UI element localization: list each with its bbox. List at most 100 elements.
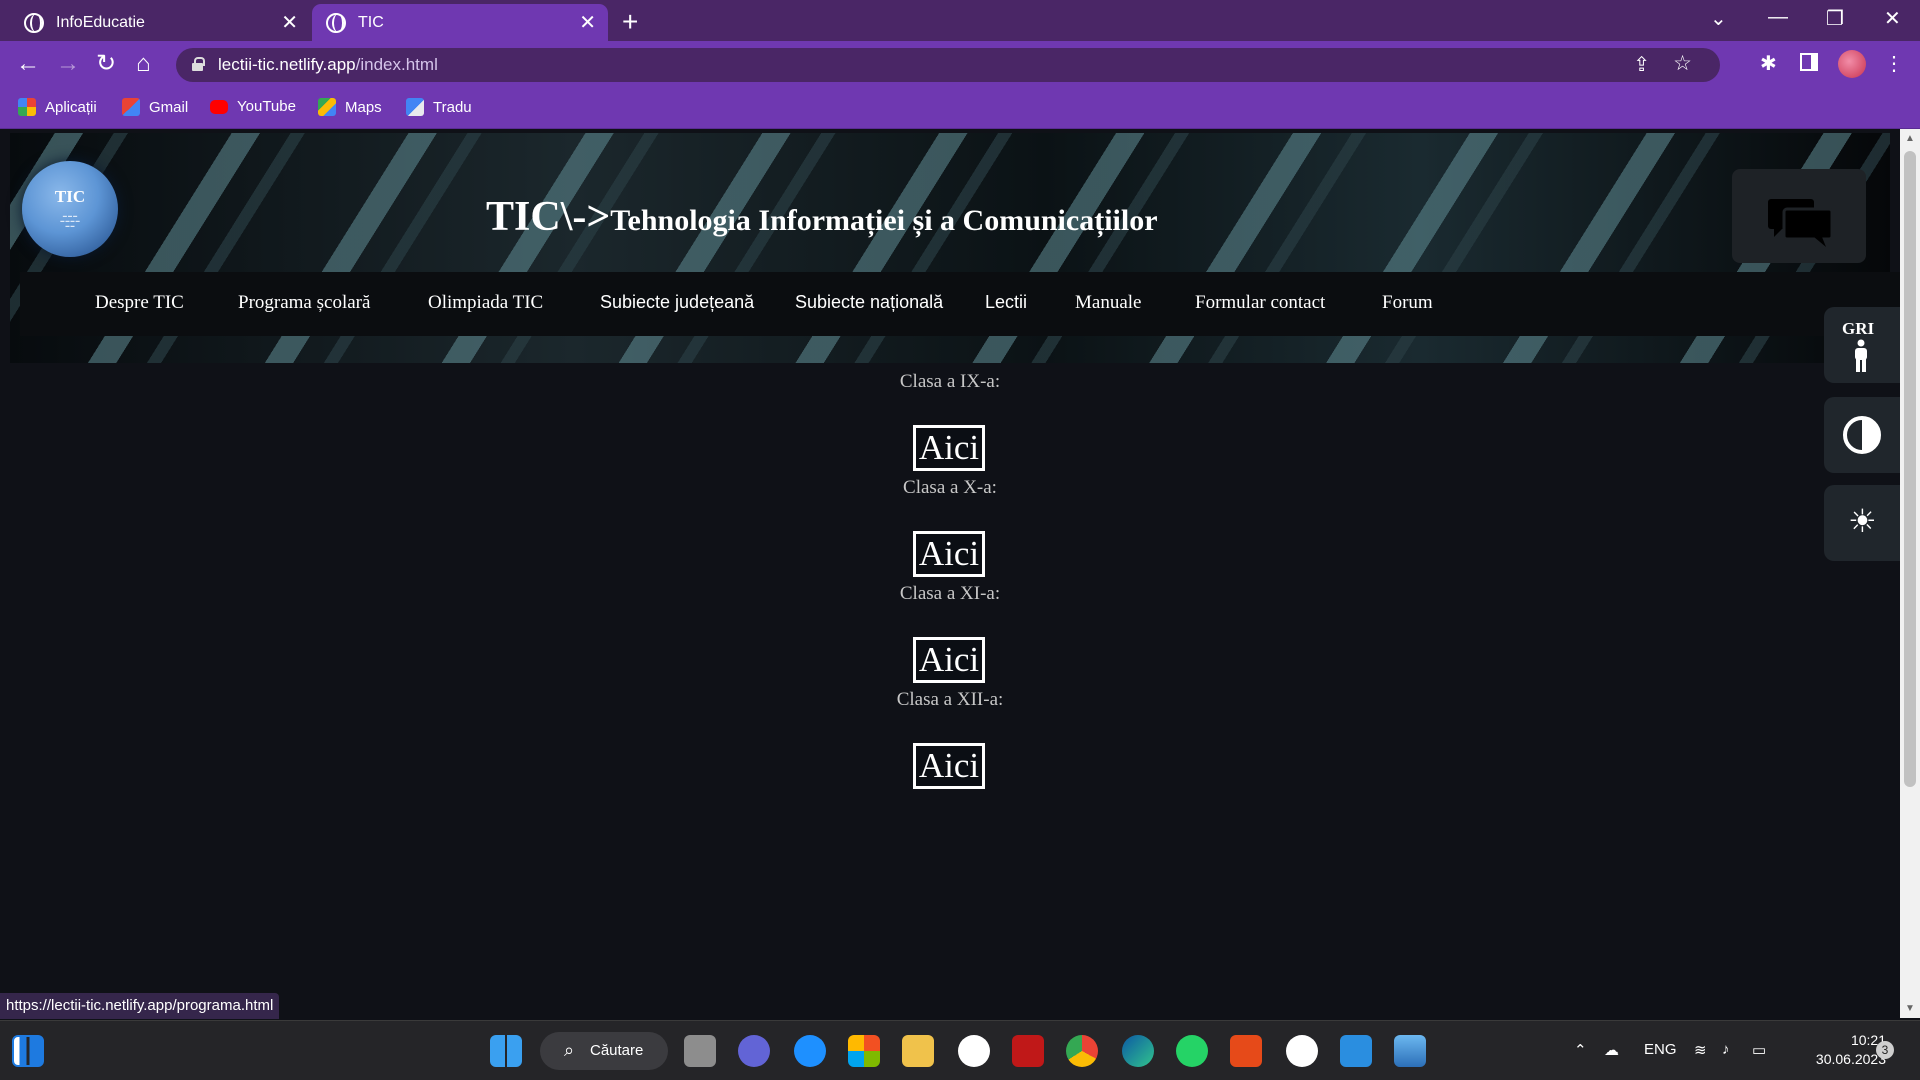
class-label: Clasa a X-a:	[903, 477, 997, 498]
brightness-toggle-button[interactable]: ☀	[1824, 485, 1900, 561]
extensions-icon[interactable]: ✱	[1760, 51, 1777, 77]
bookmark-label: Aplicații	[45, 98, 97, 116]
class-10-link-button[interactable]: Aici	[913, 531, 985, 577]
whatsapp-icon[interactable]	[1176, 1035, 1208, 1067]
office-icon[interactable]	[1230, 1035, 1262, 1067]
site-title-main: TIC\->	[486, 194, 611, 240]
github-icon[interactable]	[1286, 1035, 1318, 1067]
microsoft-store-icon[interactable]	[848, 1035, 880, 1067]
new-tab-icon[interactable]: +	[622, 6, 638, 38]
scroll-down-icon[interactable]: ▼	[1905, 1003, 1915, 1014]
reload-icon[interactable]: ↻	[96, 51, 116, 77]
tab-title: TIC	[358, 13, 384, 31]
bookmark-label: YouTube	[237, 98, 296, 115]
chat-button[interactable]	[1732, 169, 1866, 263]
restore-icon[interactable]: ❐	[1826, 6, 1844, 31]
bookmark-label: Tradu	[433, 98, 472, 116]
scroll-up-icon[interactable]: ▲	[1905, 133, 1915, 144]
bookmark-star-icon[interactable]: ☆	[1673, 51, 1692, 76]
back-icon[interactable]: ←	[16, 51, 40, 77]
bookmark-gmail[interactable]: Gmail	[122, 98, 188, 116]
notification-badge[interactable]: 3	[1876, 1041, 1894, 1059]
bookmarks-bar: Aplicații Gmail YouTube Maps Tradu	[0, 89, 1920, 129]
taskbar-search[interactable]: ⌕ Căutare	[540, 1032, 668, 1070]
bookmark-apps[interactable]: Aplicații	[18, 98, 97, 116]
bookmark-youtube[interactable]: YouTube	[210, 98, 296, 115]
class-11-link-button[interactable]: Aici	[913, 637, 985, 683]
tab-search-chevron-icon[interactable]: ⌄	[1710, 6, 1727, 31]
header-banner: TIC ▬ ▬ ▬ ▬ ▬ ▬ ▬ ▬ ▬ TIC\->Tehnologia Inf…	[10, 133, 1900, 363]
widgets-icon[interactable]	[12, 1035, 44, 1067]
nav-olimpiada-tic[interactable]: Olimpiada TIC	[428, 292, 543, 314]
status-bar-url: https://lectii-tic.netlify.app/programa.…	[0, 993, 280, 1019]
class-label: Clasa a IX-a:	[899, 371, 1001, 392]
edge-icon[interactable]	[1122, 1035, 1154, 1067]
home-icon[interactable]: ⌂	[136, 51, 151, 77]
gri-label: GRI	[1842, 319, 1875, 338]
nav-despre-tic[interactable]: Despre TIC	[95, 292, 184, 314]
site-logo[interactable]: TIC ▬ ▬ ▬ ▬ ▬ ▬ ▬ ▬ ▬	[22, 161, 118, 257]
close-tab-icon[interactable]: ✕	[579, 13, 596, 33]
windows-taskbar: ⌕ Căutare ⌃ ☁ ENG ≋ ♪ ▭ 10:21 30.06.2023…	[0, 1020, 1920, 1080]
volume-icon[interactable]: ♪	[1722, 1041, 1730, 1058]
windows-start-icon[interactable]	[490, 1035, 522, 1067]
logo-text: TIC	[54, 187, 86, 206]
tab-tic[interactable]: TIC ✕	[312, 4, 608, 41]
page-scrollbar[interactable]: ▲ ▼	[1900, 129, 1920, 1018]
language-indicator[interactable]: ENG	[1644, 1041, 1677, 1058]
close-tab-icon[interactable]: ✕	[281, 13, 298, 33]
minimize-icon[interactable]: —	[1768, 6, 1788, 29]
lock-icon[interactable]	[192, 57, 205, 71]
address-bar[interactable]: lectii-tic.netlify.app/index.html ⇪ ☆	[176, 48, 1720, 82]
nav-forum[interactable]: Forum	[1382, 292, 1433, 314]
task-view-icon[interactable]	[684, 1035, 716, 1067]
contrast-toggle-button[interactable]	[1824, 397, 1900, 473]
url-host: lectii-tic.netlify.app	[218, 55, 356, 74]
bookmark-maps[interactable]: Maps	[318, 98, 382, 116]
vscode-icon[interactable]	[1340, 1035, 1372, 1067]
photos-icon[interactable]	[1394, 1035, 1426, 1067]
tab-infoeducatie[interactable]: InfoEducatie ✕	[10, 4, 310, 41]
taskbar-clock[interactable]: 10:21 30.06.2023	[1790, 1031, 1886, 1069]
gmail-icon	[122, 98, 140, 116]
class-label: Clasa a XI-a:	[899, 583, 1001, 604]
profile-avatar[interactable]	[1838, 50, 1866, 78]
site-title-rest: Tehnologia Informației și a Comunicațiil…	[610, 204, 1158, 237]
main-navigation: Despre TIC Programa școlară Olimpiada TI…	[20, 272, 1900, 336]
nav-subiecte-judeteana[interactable]: Subiecte județeană	[600, 292, 754, 313]
grayscale-toggle-button[interactable]: GRI	[1824, 307, 1900, 383]
nav-manuale[interactable]: Manuale	[1075, 292, 1141, 314]
nav-formular-contact[interactable]: Formular contact	[1195, 292, 1325, 314]
side-panel-icon[interactable]	[1800, 53, 1818, 71]
clock-date: 30.06.2023	[1815, 1051, 1886, 1067]
forward-icon[interactable]: →	[56, 51, 80, 77]
chat-bubbles-icon	[1768, 199, 1834, 247]
tab-title: InfoEducatie	[56, 13, 145, 31]
contrast-icon	[1843, 416, 1881, 454]
close-window-icon[interactable]: ✕	[1884, 6, 1901, 31]
onedrive-warning-icon[interactable]: ☁	[1604, 1041, 1619, 1059]
chrome-icon[interactable]	[1066, 1035, 1098, 1067]
github-desktop-icon[interactable]	[958, 1035, 990, 1067]
show-hidden-icons-chevron[interactable]: ⌃	[1574, 1041, 1587, 1059]
teams-chat-icon[interactable]	[738, 1035, 770, 1067]
nav-subiecte-nationala[interactable]: Subiecte națională	[795, 292, 943, 313]
battery-icon[interactable]: ▭	[1752, 1041, 1766, 1059]
mcafee-icon[interactable]	[1012, 1035, 1044, 1067]
class-9-link-button[interactable]: Aici	[913, 425, 985, 471]
scrollbar-thumb[interactable]	[1904, 151, 1916, 787]
globe-icon	[326, 12, 346, 33]
bookmark-label: Maps	[345, 98, 382, 116]
wifi-icon[interactable]: ≋	[1694, 1041, 1707, 1059]
menu-kebab-icon[interactable]: ⋮	[1884, 51, 1904, 77]
nav-programa-scolara[interactable]: Programa școlară	[238, 292, 370, 314]
nav-lectii[interactable]: Lectii	[985, 292, 1027, 313]
class-12-link-button[interactable]: Aici	[913, 743, 985, 789]
maps-icon	[318, 98, 336, 116]
apps-grid-icon	[18, 98, 36, 116]
help-icon[interactable]	[794, 1035, 826, 1067]
file-explorer-icon[interactable]	[902, 1035, 934, 1067]
bookmark-translate[interactable]: Tradu	[406, 98, 472, 116]
share-icon[interactable]: ⇪	[1633, 52, 1650, 77]
url-text[interactable]: lectii-tic.netlify.app/index.html	[218, 55, 438, 75]
